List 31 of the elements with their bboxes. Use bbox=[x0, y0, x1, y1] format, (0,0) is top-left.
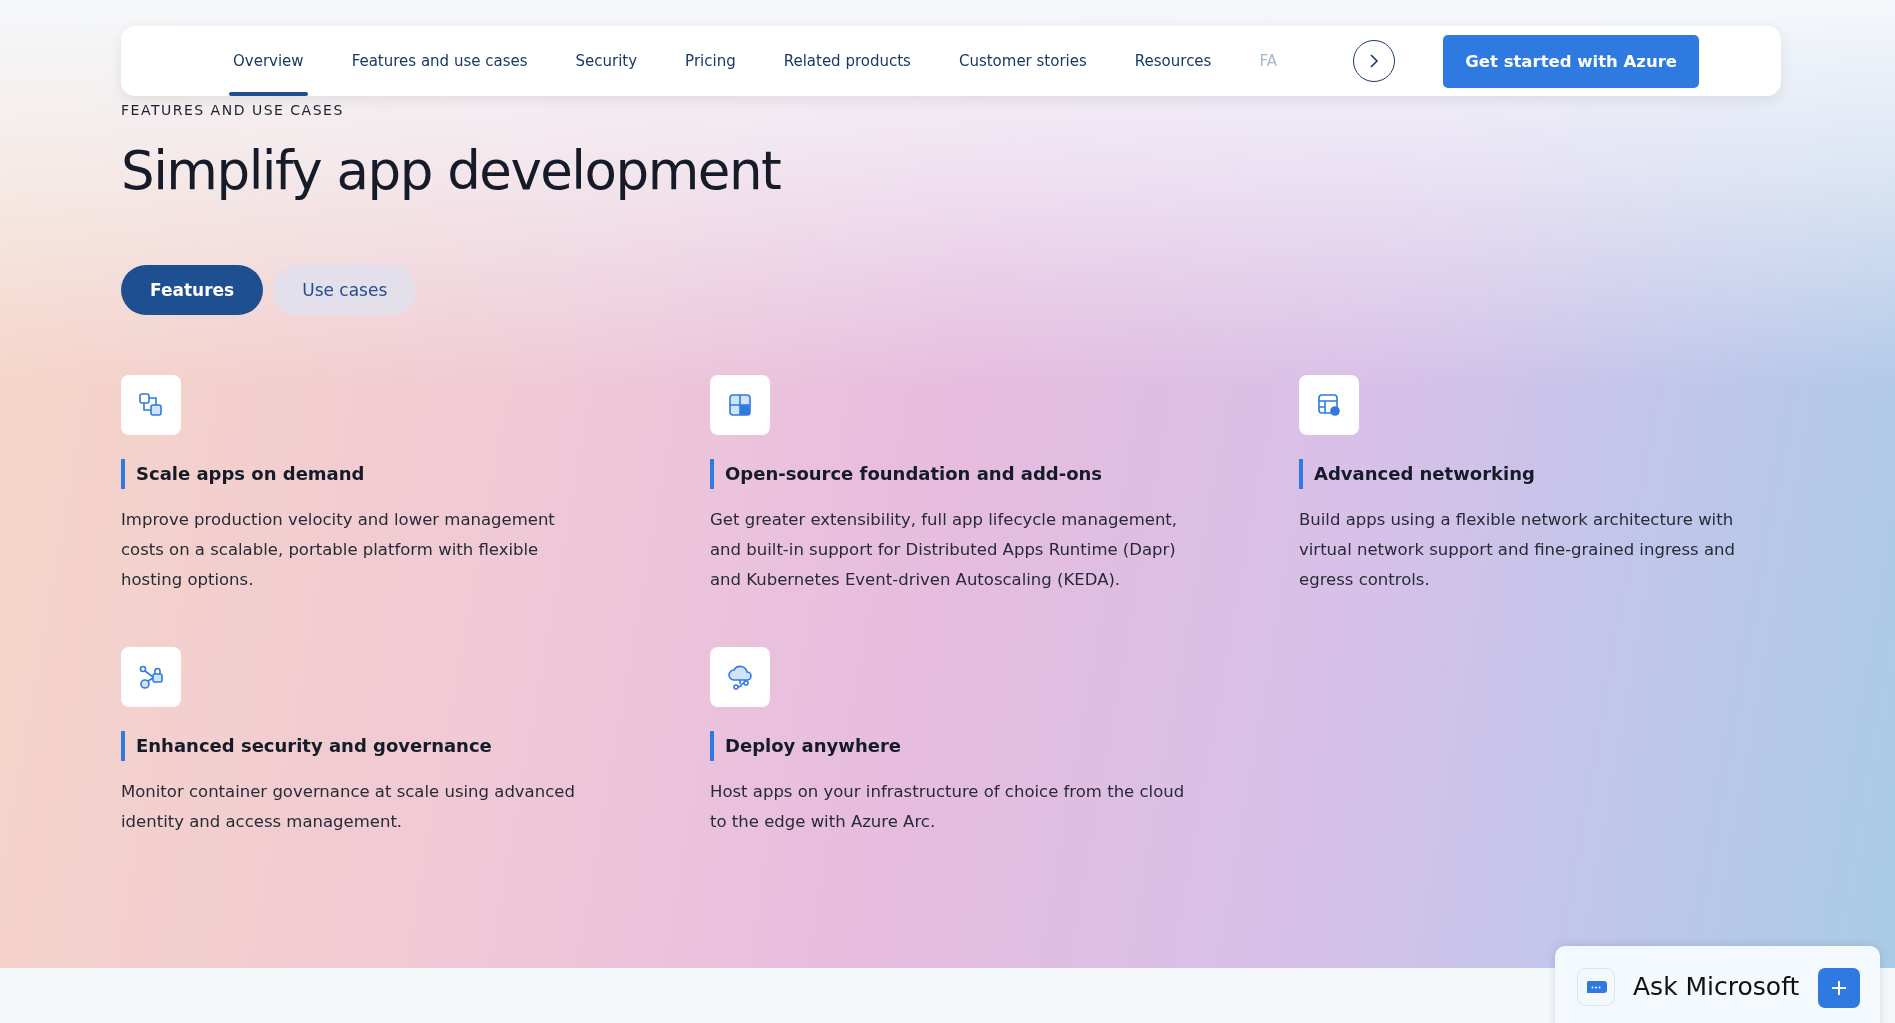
feature-heading: Advanced networking bbox=[1299, 459, 1779, 489]
tab[interactable]: Use cases bbox=[273, 265, 417, 315]
feature-description: Get greater extensibility, full app lifecycle management, and built-in support for Distributed Apps Runtime (Dapr) and Kubernetes Event-driven Autoscaling (KEDA). bbox=[710, 509, 1179, 591]
feature-description: Monitor container governance at scale using advanced identity and access management. bbox=[121, 781, 576, 833]
nav-link[interactable]: Features and use cases bbox=[327, 26, 552, 96]
feature-heading: Enhanced security and governance bbox=[121, 731, 601, 761]
nodes-lock-icon bbox=[137, 663, 165, 691]
chat-label: Ask Microsoft bbox=[1633, 971, 1800, 1003]
plus-icon bbox=[1830, 979, 1848, 997]
linked-squares-icon bbox=[137, 391, 165, 419]
nav-link[interactable]: Related products bbox=[759, 26, 935, 96]
tab[interactable]: Features bbox=[121, 265, 264, 315]
feature-heading: Open-source foundation and add-ons bbox=[710, 459, 1190, 489]
feature-description: Improve production velocity and lower management costs on a scalable, portable platform with flexible hosting options. bbox=[121, 509, 556, 591]
feature-description: Host apps on your infrastructure of choice from the cloud to the edge with Azure Arc. bbox=[710, 781, 1186, 833]
feature-description: Build apps using a flexible network architecture with virtual network support and fine-grained ingress and egress controls. bbox=[1299, 509, 1736, 591]
next-arrow-button[interactable] bbox=[1353, 40, 1396, 82]
nav-link[interactable]: Customer stories bbox=[934, 26, 1111, 96]
grid-gear-icon bbox=[1315, 391, 1343, 419]
cloud-nodes-icon bbox=[726, 663, 754, 691]
nav-link[interactable]: Resources bbox=[1110, 26, 1236, 96]
grid-check-icon bbox=[726, 391, 754, 419]
nav-link[interactable]: Security bbox=[551, 26, 662, 96]
get-started-button[interactable]: Get started with Azure bbox=[1443, 34, 1699, 88]
expand-button[interactable] bbox=[1818, 968, 1860, 1008]
nav-link[interactable]: Pricing bbox=[661, 26, 760, 96]
feature-heading: Deploy anywhere bbox=[710, 731, 1190, 761]
feature-heading: Scale apps on demand bbox=[121, 459, 601, 489]
chat-bubble-icon bbox=[1577, 968, 1615, 1006]
section-eyebrow: FEATURES AND USE CASES bbox=[121, 102, 345, 118]
nav-link[interactable]: Overview bbox=[209, 26, 328, 96]
